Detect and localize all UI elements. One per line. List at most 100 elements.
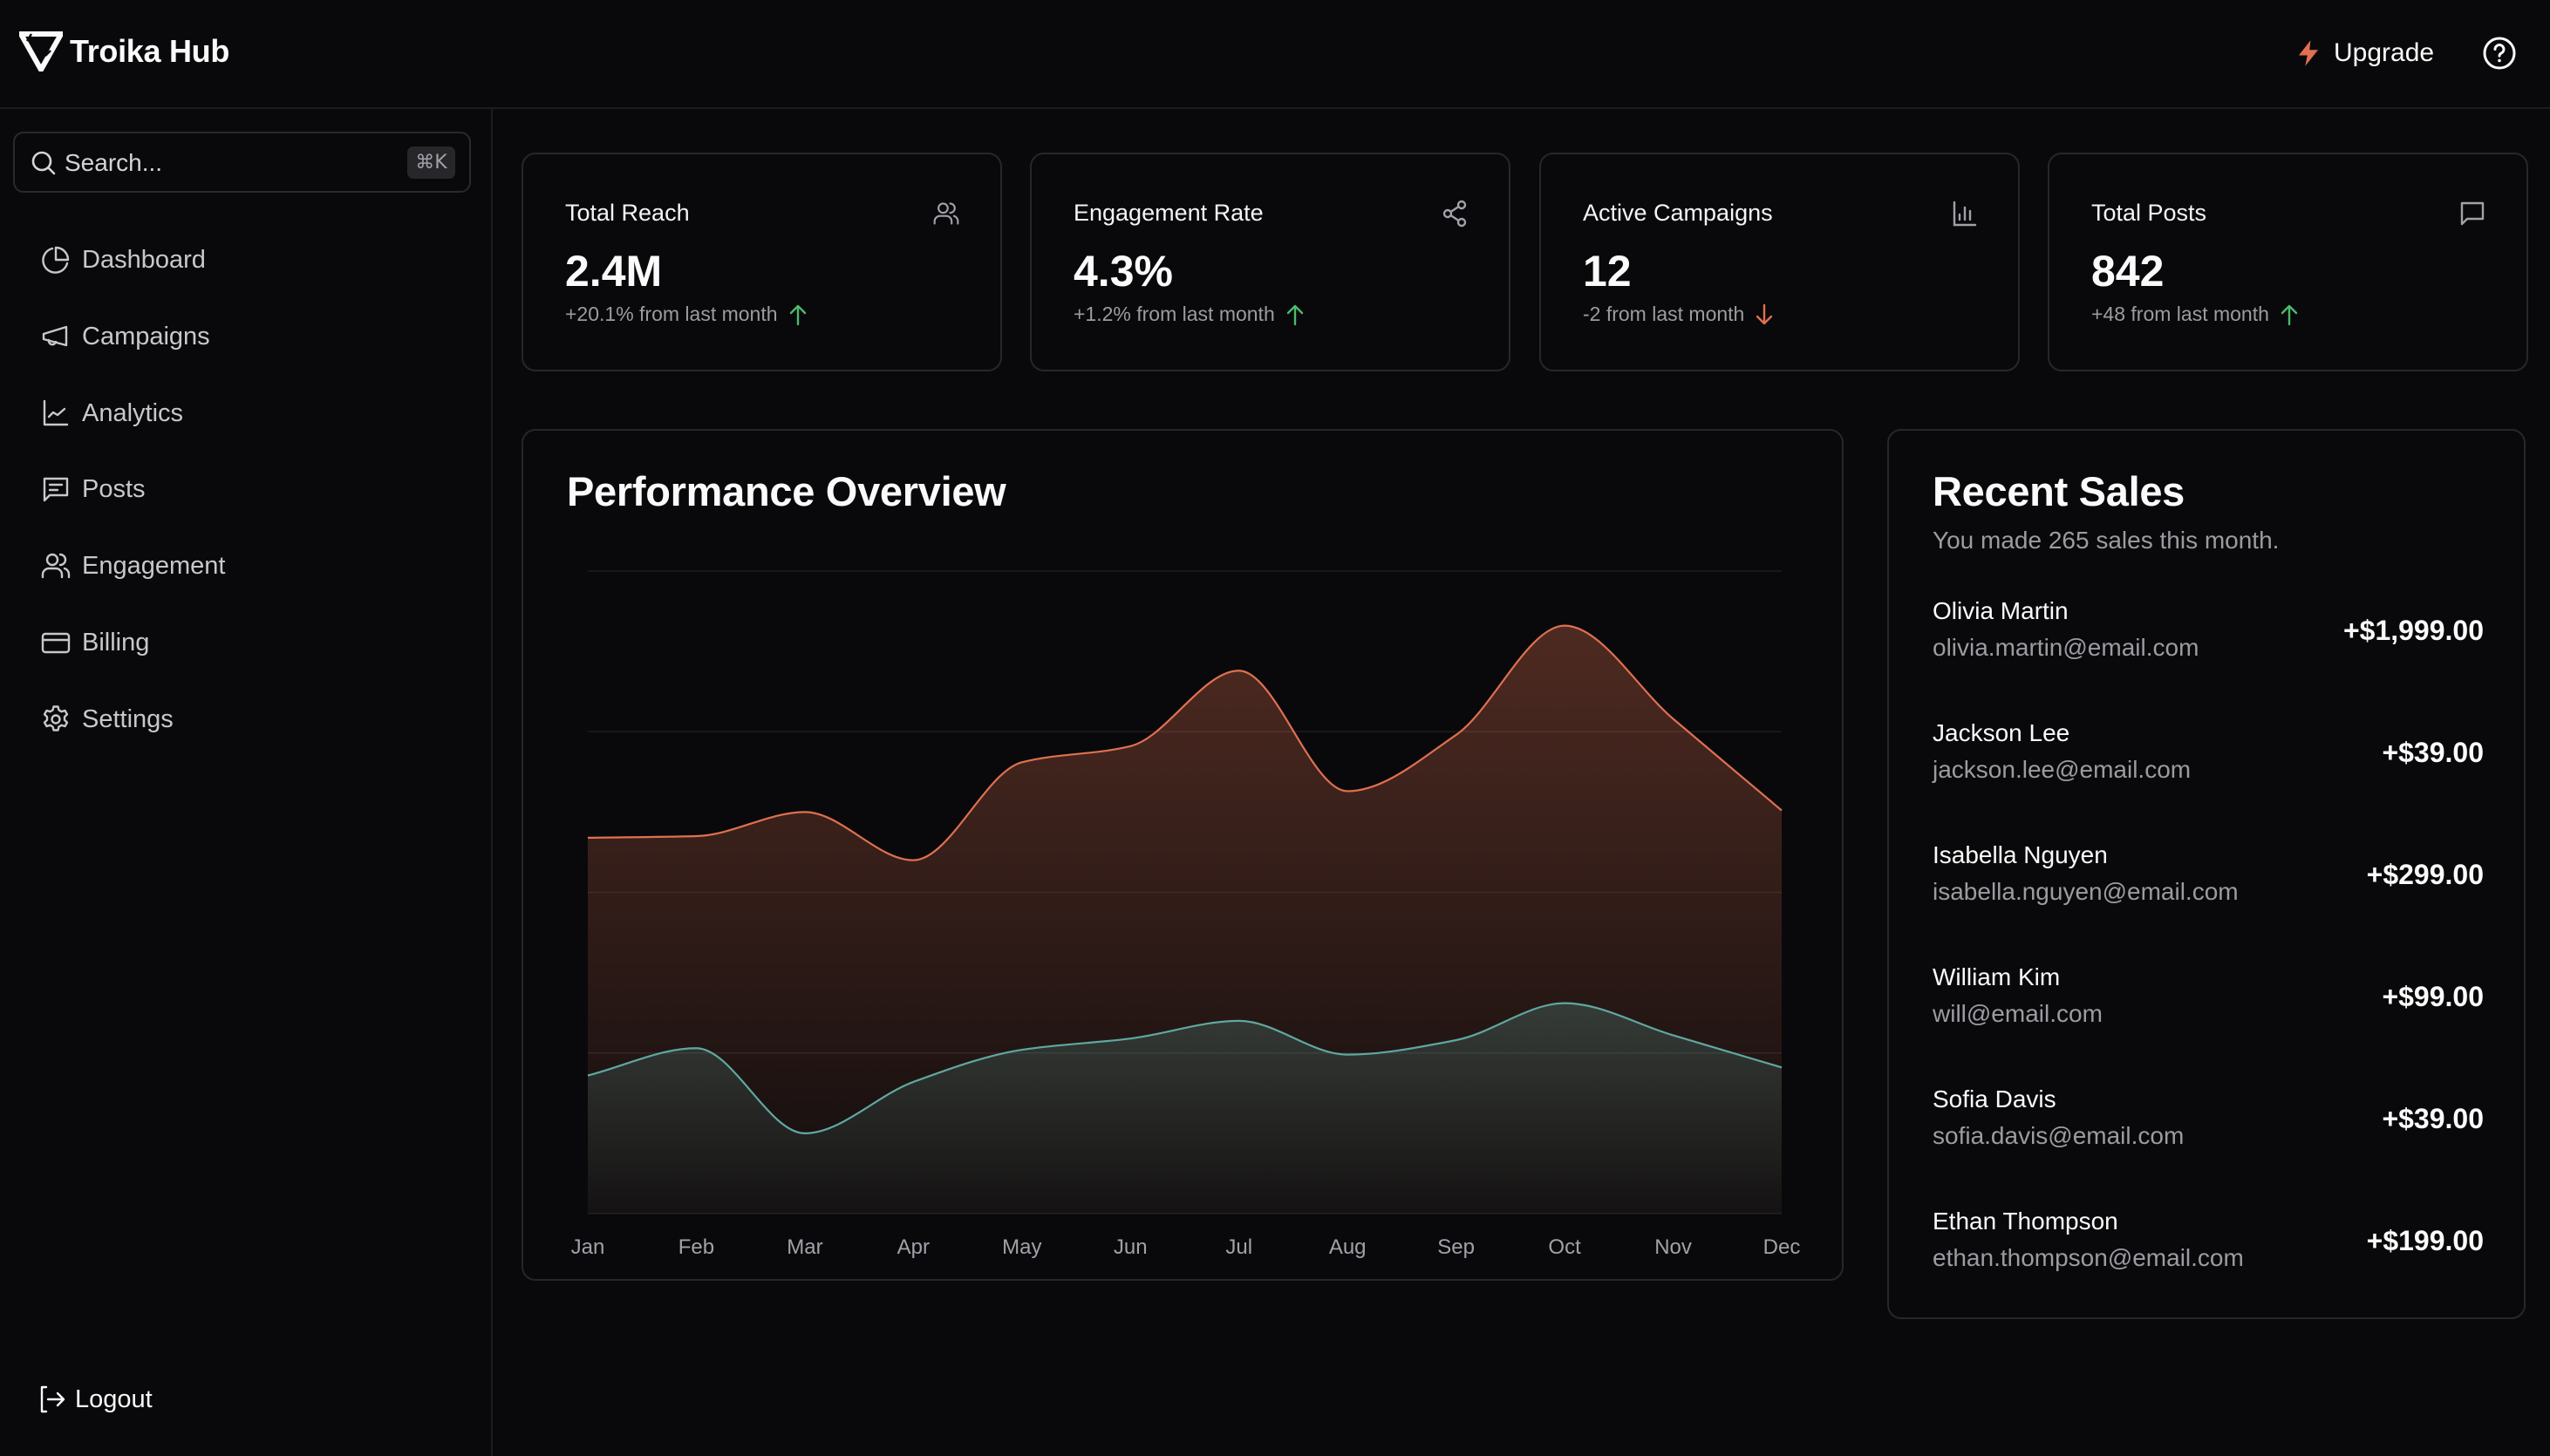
bar-chart-icon xyxy=(1953,201,1977,227)
sale-row[interactable]: Olivia Martin olivia.martin@email.com +$… xyxy=(1933,597,2484,676)
data-point[interactable] xyxy=(1232,663,1246,677)
customer-email: olivia.martin@email.com xyxy=(1933,634,2199,661)
customer-email: sofia.davis@email.com xyxy=(1933,1122,2185,1149)
sidebar-item-billing[interactable]: Billing xyxy=(26,616,462,669)
stat-change-text: +48 from last month xyxy=(2091,303,2269,325)
sidebar-item-dashboard[interactable]: Dashboard xyxy=(26,234,462,286)
app-title: Troika Hub xyxy=(70,33,230,69)
sale-row[interactable]: Isabella Nguyen isabella.nguyen@email.co… xyxy=(1933,841,2484,920)
customer-name: Olivia Martin xyxy=(1933,597,2069,624)
data-point[interactable] xyxy=(1340,1048,1354,1062)
data-point[interactable] xyxy=(1558,619,1572,633)
data-point[interactable] xyxy=(689,829,703,843)
lightning-bolt-icon xyxy=(2298,40,2319,66)
sale-row[interactable]: William Kim will@email.com +$99.00 xyxy=(1933,963,2484,1042)
stat-value: 2.4M xyxy=(565,247,663,296)
x-tick-label: Feb xyxy=(678,1235,714,1259)
x-tick-label: Apr xyxy=(897,1235,930,1259)
users-icon xyxy=(933,202,959,225)
data-point[interactable] xyxy=(1123,739,1137,753)
data-point[interactable] xyxy=(1449,1033,1463,1047)
sale-amount: +$299.00 xyxy=(2366,859,2484,890)
data-point[interactable] xyxy=(1558,997,1572,1010)
sale-row[interactable]: Sofia Davis sofia.davis@email.com +$39.0… xyxy=(1933,1085,2484,1164)
stat-change: +20.1% from last month xyxy=(565,303,808,326)
data-point[interactable] xyxy=(1449,728,1463,742)
megaphone-icon xyxy=(42,325,68,347)
stat-card-active-campaigns: Active Campaigns 12 -2 from last month xyxy=(1539,153,2020,371)
x-tick-label: Nov xyxy=(1654,1235,1692,1259)
search-input[interactable]: Search... ⌘K xyxy=(13,132,471,193)
x-tick-label: Mar xyxy=(787,1235,822,1259)
data-point[interactable] xyxy=(1232,1014,1246,1028)
performance-area-chart[interactable]: Jan Feb Mar Apr May Jun Jul Aug Sep Oct Nov Dec xyxy=(523,431,1845,1283)
data-point[interactable] xyxy=(689,1041,703,1055)
stat-value: 842 xyxy=(2091,247,2165,296)
sidebar-item-label: Analytics xyxy=(82,398,184,427)
stat-change: +48 from last month xyxy=(2091,303,2299,326)
data-point[interactable] xyxy=(1123,1031,1137,1045)
data-point[interactable] xyxy=(798,1126,812,1140)
stat-title: Engagement Rate xyxy=(1074,200,1264,226)
chart-x-axis: Jan Feb Mar Apr May Jun Jul Aug Sep Oct Nov Dec xyxy=(571,1235,1801,1259)
share-icon xyxy=(1442,200,1467,228)
data-point[interactable] xyxy=(906,1075,920,1089)
sidebar-item-label: Dashboard xyxy=(82,245,206,274)
sidebar-item-label: Posts xyxy=(82,474,146,503)
data-point[interactable] xyxy=(906,854,920,867)
logout-icon xyxy=(40,1385,65,1413)
stat-value: 4.3% xyxy=(1074,247,1173,296)
recent-sales-title: Recent Sales xyxy=(1933,468,2185,514)
stat-change: +1.2% from last month xyxy=(1074,303,1305,326)
arrow-up-icon xyxy=(1286,304,1303,325)
credit-card-icon xyxy=(41,632,71,654)
sale-amount: +$199.00 xyxy=(2366,1225,2484,1256)
data-point[interactable] xyxy=(1667,712,1681,726)
upgrade-button[interactable]: Upgrade xyxy=(2295,35,2434,71)
stat-change-text: +1.2% from last month xyxy=(1074,303,1275,325)
sidebar-item-analytics[interactable]: Analytics xyxy=(26,387,462,439)
stat-title: Active Campaigns xyxy=(1583,200,1773,226)
upgrade-label: Upgrade xyxy=(2334,38,2435,67)
x-tick-label: Jul xyxy=(1225,1235,1252,1259)
customer-email: isabella.nguyen@email.com xyxy=(1933,878,2239,905)
sidebar-item-settings[interactable]: Settings xyxy=(26,693,462,745)
chart-series xyxy=(581,619,1789,1214)
data-point[interactable] xyxy=(1015,1043,1029,1057)
data-point[interactable] xyxy=(1340,784,1354,798)
data-point[interactable] xyxy=(798,805,812,819)
data-point[interactable] xyxy=(581,831,595,845)
stat-title: Total Reach xyxy=(565,200,690,226)
stat-change-text: +20.1% from last month xyxy=(565,303,778,325)
sidebar-item-campaigns[interactable]: Campaigns xyxy=(26,310,462,363)
search-placeholder: Search... xyxy=(65,149,163,176)
data-point[interactable] xyxy=(1015,755,1029,769)
stat-card-total-posts: Total Posts 842 +48 from last month xyxy=(2048,153,2528,371)
data-point[interactable] xyxy=(1775,804,1789,818)
logout-label: Logout xyxy=(75,1385,153,1413)
sale-row[interactable]: Jackson Lee jackson.lee@email.com +$39.0… xyxy=(1933,719,2484,798)
stat-title: Total Posts xyxy=(2091,200,2207,226)
users-icon xyxy=(41,553,71,579)
sidebar-item-posts[interactable]: Posts xyxy=(26,463,462,515)
sale-amount: +$1,999.00 xyxy=(2342,615,2484,646)
arrow-up-icon xyxy=(789,304,806,325)
customer-name: William Kim xyxy=(1933,963,2061,990)
help-button[interactable] xyxy=(2482,36,2517,71)
x-tick-label: May xyxy=(1002,1235,1041,1259)
stat-value: 12 xyxy=(1583,247,1632,296)
triangle-logo-icon xyxy=(19,31,63,71)
x-tick-label: Jun xyxy=(1114,1235,1148,1259)
data-point[interactable] xyxy=(1667,1028,1681,1042)
stat-change: -2 from last month xyxy=(1583,303,1774,326)
sale-row[interactable]: Ethan Thompson ethan.thompson@email.com … xyxy=(1933,1208,2484,1286)
data-point[interactable] xyxy=(581,1069,595,1083)
data-point[interactable] xyxy=(1775,1060,1789,1074)
app-logo[interactable]: Troika Hub xyxy=(19,31,229,71)
sidebar-item-label: Campaigns xyxy=(82,322,210,350)
sidebar: Search... ⌘K Dashboard Campaigns Analyti… xyxy=(0,109,493,1456)
x-tick-label: Sep xyxy=(1437,1235,1475,1259)
recent-sales-card: Recent Sales You made 265 sales this mon… xyxy=(1887,429,2526,1319)
logout-button[interactable]: Logout xyxy=(26,1373,153,1425)
sidebar-item-engagement[interactable]: Engagement xyxy=(26,540,462,592)
